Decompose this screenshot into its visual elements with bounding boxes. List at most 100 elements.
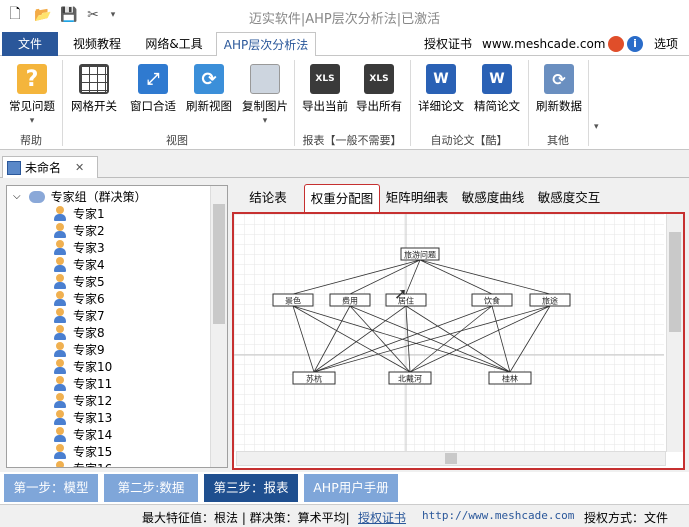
chevron-down-icon: ▾ (29, 116, 35, 126)
person-icon (53, 257, 67, 272)
grid-toggle-button[interactable]: 网格开关 (68, 64, 120, 114)
hierarchy-diagram: 旅游问题景色 费用 居住 饮食 旅途苏杭 北戴河 桂林 (234, 214, 664, 452)
tree-item-expert[interactable]: 专家15 (53, 443, 112, 460)
status-license-link[interactable]: 授权证书 (358, 509, 406, 526)
window-title: 迈实软件|AHP层次分析法|已激活 (248, 12, 441, 27)
tree-item-expert[interactable]: 专家3 (53, 239, 105, 256)
website-link[interactable]: www.meshcade.com (482, 32, 605, 56)
brief-paper-button[interactable]: W 精简论文 (470, 64, 524, 114)
tree-item-expert[interactable]: 专家7 (53, 307, 105, 324)
document-icon (7, 160, 21, 175)
person-icon (53, 291, 67, 306)
excel-icon: XLS (364, 64, 394, 94)
group-label-report: 报表【一般不需要】 (302, 134, 402, 147)
content-tabs: 结论表 权重分配图 矩阵明细表 敏感度曲线 敏感度交互 (232, 184, 687, 212)
tab-video-tutorial[interactable]: 视频教程 (66, 32, 128, 56)
alternative-node[interactable]: 苏杭 (292, 371, 336, 385)
svg-text:景色: 景色 (285, 296, 301, 306)
chevron-down-icon: ▾ (262, 116, 268, 126)
tree-item-expert[interactable]: 专家13 (53, 409, 112, 426)
tab-ahp[interactable]: AHP层次分析法 (216, 32, 316, 57)
diagram-hscroll-thumb[interactable] (445, 453, 457, 464)
options-menu[interactable]: 选项 (646, 32, 686, 56)
tree-item-expert[interactable]: 专家9 (53, 341, 105, 358)
detailed-paper-button[interactable]: W 详细论文 (414, 64, 468, 114)
group-separator (588, 60, 589, 146)
ahp-manual-button[interactable]: AHP用户手册 (304, 474, 398, 502)
tree-scrollbar[interactable] (210, 186, 227, 467)
fit-window-icon: ⤢ (138, 64, 168, 94)
criterion-node[interactable]: 旅途 (529, 293, 571, 307)
alternative-node[interactable]: 北戴河 (388, 371, 432, 385)
step-report-button[interactable]: 第三步：报表 (204, 474, 298, 502)
mouse-cursor-icon: ➚ (394, 284, 408, 303)
person-icon (53, 308, 67, 323)
collapse-chevron-icon[interactable]: ⌵ (13, 191, 21, 202)
person-icon (53, 325, 67, 340)
excel-icon: XLS (310, 64, 340, 94)
tree-item-expert[interactable]: 专家4 (53, 256, 105, 273)
grid-icon (79, 64, 109, 94)
svg-text:旅途: 旅途 (542, 296, 558, 306)
tab-conclusion[interactable]: 结论表 (238, 184, 298, 212)
fit-window-button[interactable]: ⤢ 窗口合适 (126, 64, 180, 114)
alternative-node[interactable]: 桂林 (488, 371, 532, 385)
svg-text:桂林: 桂林 (502, 374, 518, 384)
person-icon (53, 342, 67, 357)
step-bar: 第一步：模型 第二步:数据 第三步：报表 AHP用户手册 (0, 472, 689, 504)
tree-scroll-thumb[interactable] (213, 204, 225, 324)
tree-item-expert[interactable]: 专家5 (53, 273, 105, 290)
diagram-vscroll[interactable] (666, 214, 683, 452)
person-icon (53, 461, 67, 467)
criterion-node[interactable]: 景色 (272, 293, 314, 307)
help-circle-icon[interactable] (608, 36, 624, 52)
document-tab[interactable]: 未命名 ✕ (2, 156, 98, 178)
refresh-data-button[interactable]: ⟳ 刷新数据 (532, 64, 586, 114)
tab-sensitivity-curve[interactable]: 敏感度曲线 (458, 184, 528, 212)
step-model-button[interactable]: 第一步：模型 (4, 474, 98, 502)
goal-node[interactable]: 旅游问题 (400, 247, 440, 261)
close-icon[interactable]: ✕ (75, 161, 84, 174)
tree-item-expert[interactable]: 专家6 (53, 290, 105, 307)
tree-item-expert[interactable]: 专家14 (53, 426, 112, 443)
group-label-paper: 自动论文【酷】 (430, 134, 508, 147)
info-icon[interactable]: i (627, 36, 643, 52)
status-auth: 授权方式：文件 (584, 511, 669, 525)
person-icon (53, 359, 67, 374)
svg-text:费用: 费用 (342, 296, 358, 306)
tree-root[interactable]: ⌵ 专家组（群决策） (13, 188, 147, 205)
ribbon-collapse-icon[interactable]: ▾ (594, 122, 599, 132)
svg-text:苏杭: 苏杭 (306, 374, 322, 384)
tree-item-expert[interactable]: 专家10 (53, 358, 112, 375)
diagram-hscroll[interactable] (236, 451, 666, 466)
tree-item-expert[interactable]: 专家16 (53, 460, 112, 467)
tree-item-expert[interactable]: 专家12 (53, 392, 112, 409)
faq-button[interactable]: ? 常见问题 ▾ (6, 64, 58, 126)
export-all-button[interactable]: XLS 导出所有 (352, 64, 406, 114)
person-icon (53, 274, 67, 289)
person-icon (53, 206, 67, 221)
tab-matrix-detail[interactable]: 矩阵明细表 (382, 184, 452, 212)
tree-item-expert[interactable]: 专家8 (53, 324, 105, 341)
diagram-canvas[interactable]: 旅游问题 景色 费用 居住 饮食 旅途 苏杭 北戴河 桂林 ➚ (232, 212, 685, 470)
tab-weight-diagram[interactable]: 权重分配图 (304, 184, 380, 212)
tab-network-tools[interactable]: 网络&工具 (138, 32, 210, 56)
diagram-vscroll-thumb[interactable] (669, 232, 681, 332)
refresh-view-button[interactable]: ⟳ 刷新视图 (182, 64, 236, 114)
copy-image-button[interactable]: 复制图片 ▾ (238, 64, 292, 126)
license-link[interactable]: 授权证书 (420, 32, 476, 56)
tab-sensitivity-interactive[interactable]: 敏感度交互 (534, 184, 604, 212)
person-icon (53, 376, 67, 391)
criterion-node[interactable]: 费用 (329, 293, 371, 307)
step-data-button[interactable]: 第二步:数据 (104, 474, 198, 502)
tree-item-expert[interactable]: 专家2 (53, 222, 105, 239)
expert-tree: ⌵ 专家组（群决策） 专家1 专家2 专家3 专家4 专家5 专家6 专家7 专家8 专家9 专家… (6, 185, 228, 468)
tab-file[interactable]: 文件 (2, 32, 58, 56)
refresh-data-icon: ⟳ (544, 64, 574, 94)
status-url-link[interactable]: http://www.meshcade.com (422, 509, 574, 522)
tree-item-expert[interactable]: 专家11 (53, 375, 112, 392)
criterion-node[interactable]: 饮食 (471, 293, 513, 307)
export-current-button[interactable]: XLS 导出当前 (298, 64, 352, 114)
tree-item-expert[interactable]: 专家1 (53, 205, 105, 222)
group-label-other: 其他 (547, 134, 569, 147)
